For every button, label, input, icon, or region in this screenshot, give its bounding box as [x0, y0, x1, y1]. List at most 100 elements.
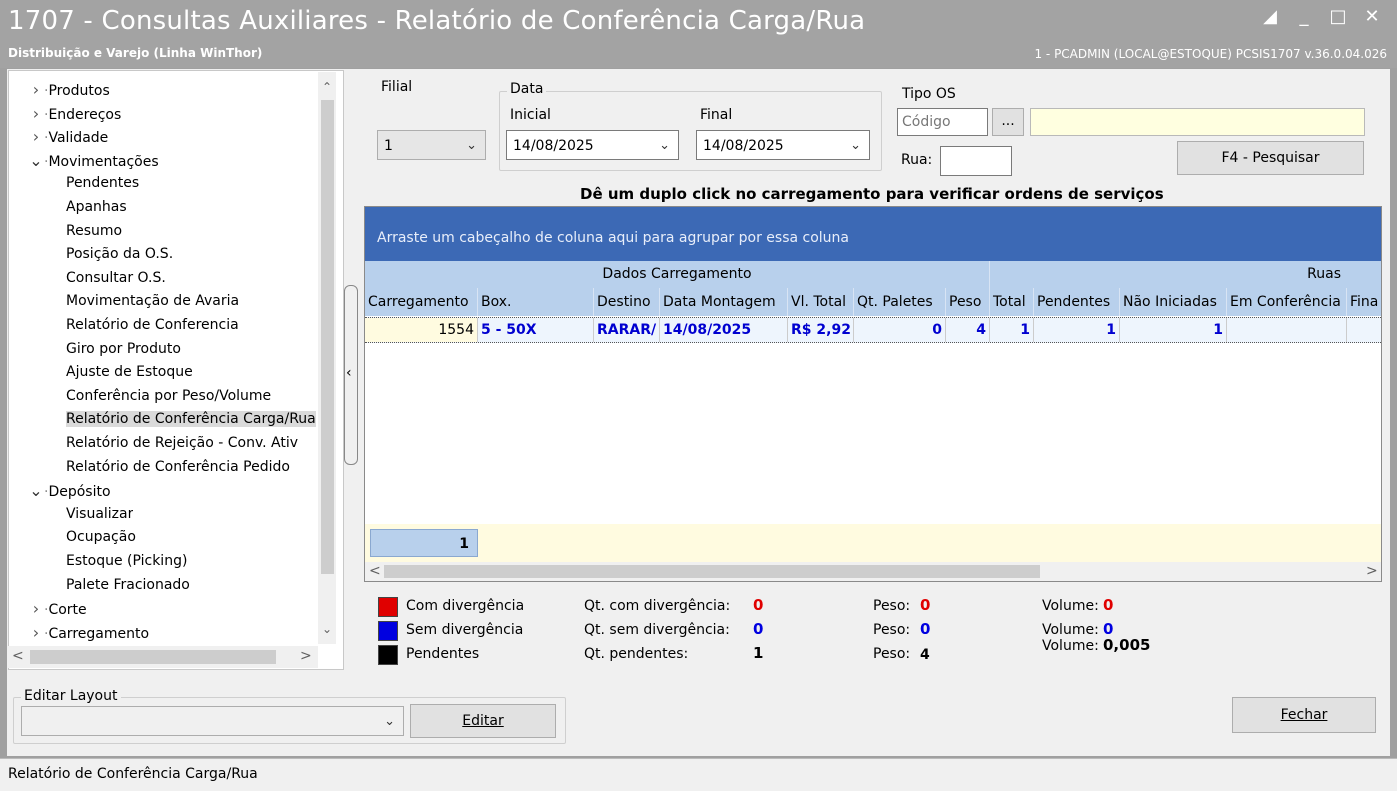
restore-icon[interactable]: ◢	[1256, 4, 1284, 30]
filial-select[interactable]: 1 ⌄	[377, 130, 486, 160]
volume-pend-label: Volume:	[1042, 638, 1099, 654]
collapsed-chevron-icon[interactable]: ›	[28, 597, 44, 620]
cell-carregamento[interactable]: 1554	[365, 318, 478, 342]
grid-horizontal-thumb[interactable]	[384, 565, 1040, 578]
tree-item[interactable]: Visualizar	[66, 503, 133, 526]
qt-com-label: Qt. com divergência:	[584, 598, 731, 614]
cell-data-montagem[interactable]: 14/08/2025	[660, 318, 788, 342]
tree-item[interactable]: Relatório de Conferência Carga/Rua	[66, 408, 316, 431]
qt-sem-value: 0	[753, 620, 764, 638]
tree-item-label: Estoque (Picking)	[66, 553, 188, 569]
inicial-label: Inicial	[510, 107, 551, 123]
tree-item[interactable]: › ·Carregamento	[28, 621, 149, 644]
cell-finalizadas[interactable]	[1347, 318, 1387, 342]
col-pendentes[interactable]: Pendentes	[1034, 288, 1120, 316]
tree-item[interactable]: Apanhas	[66, 196, 127, 219]
maximize-icon[interactable]: □	[1324, 4, 1352, 30]
collapsed-chevron-icon[interactable]: ›	[28, 78, 44, 101]
lookup-button[interactable]: ...	[992, 108, 1024, 136]
cell-destino[interactable]: RARAR/	[594, 318, 660, 342]
col-destino[interactable]: Destino	[594, 288, 660, 316]
peso-pend-label: Peso:	[873, 646, 911, 662]
filial-label: Filial	[381, 79, 413, 95]
col-qt-paletes[interactable]: Qt. Paletes	[854, 288, 946, 316]
col-box[interactable]: Box.	[478, 288, 594, 316]
editar-button[interactable]: Editar	[410, 704, 556, 738]
minimize-icon[interactable]: _	[1290, 4, 1318, 30]
tree-item[interactable]: Conferência por Peso/Volume	[66, 385, 271, 408]
peso-sem-value: 0	[920, 620, 931, 638]
tree-item-label: Ocupação	[66, 529, 136, 545]
cell-peso[interactable]: 4	[946, 318, 990, 342]
qt-pend-value: 1	[753, 644, 764, 662]
tree-item[interactable]: Relatório de Conferência Pedido	[66, 456, 290, 479]
cell-em-conferencia[interactable]	[1227, 318, 1347, 342]
tree-item[interactable]: Pendentes	[66, 172, 139, 195]
grid-scroll-right-icon[interactable]: >	[1366, 563, 1378, 579]
expanded-chevron-icon[interactable]: ⌄	[28, 149, 44, 172]
date-final-input[interactable]: 14/08/2025 ⌄	[696, 130, 870, 160]
tree-item[interactable]: Movimentação de Avaria	[66, 290, 239, 313]
cell-pendentes[interactable]: 1	[1034, 318, 1120, 342]
tree-item[interactable]: Posição da O.S.	[66, 243, 173, 266]
collapse-arrow-icon[interactable]: ‹	[346, 365, 352, 381]
scroll-left-icon[interactable]: <	[12, 648, 24, 664]
cell-box[interactable]: 5 - 50X	[478, 318, 594, 342]
cell-total[interactable]: 1	[990, 318, 1034, 342]
date-inicial-input[interactable]: 14/08/2025 ⌄	[506, 130, 679, 160]
tree-item[interactable]: Giro por Produto	[66, 338, 181, 361]
tree-item-label: Depósito	[48, 484, 111, 500]
col-nao-iniciadas[interactable]: Não Iniciadas	[1120, 288, 1227, 316]
scroll-up-icon[interactable]: ⌃	[322, 80, 332, 94]
tree-item[interactable]: Relatório de Conferencia	[66, 314, 239, 337]
col-peso[interactable]: Peso	[946, 288, 990, 316]
pendentes-swatch	[378, 645, 398, 665]
cell-qt-paletes[interactable]: 0	[854, 318, 946, 342]
tree-item[interactable]: › ·Produtos	[28, 78, 110, 101]
collapsed-chevron-icon[interactable]: ›	[28, 102, 44, 125]
tree-item[interactable]: ⌄·Depósito	[28, 479, 111, 502]
sem-divergencia-label: Sem divergência	[406, 622, 524, 638]
col-finalizadas[interactable]: Fina	[1347, 288, 1387, 316]
tree-horizontal-thumb[interactable]	[30, 650, 276, 664]
cell-nao-iniciadas[interactable]: 1	[1120, 318, 1227, 342]
col-vl-total[interactable]: Vl. Total	[788, 288, 854, 316]
tree-item[interactable]: › ·Endereços	[28, 102, 122, 125]
layout-select[interactable]: ⌄	[21, 706, 404, 736]
expanded-chevron-icon[interactable]: ⌄	[28, 479, 44, 502]
scroll-down-icon[interactable]: ⌄	[322, 622, 332, 636]
tree-item[interactable]: Relatório de Rejeição - Conv. Ativ	[66, 432, 298, 455]
cell-vl-total[interactable]: R$ 2,92	[788, 318, 854, 342]
tree-item-label: Movimentação de Avaria	[66, 293, 240, 309]
tree-item[interactable]: Palete Fracionado	[66, 574, 190, 597]
tipo-os-label: Tipo OS	[902, 86, 956, 102]
collapsed-chevron-icon[interactable]: ›	[28, 621, 44, 644]
qt-pend-label: Qt. pendentes:	[584, 646, 689, 662]
tree-item-label: Consultar O.S.	[66, 270, 166, 286]
rua-input[interactable]	[940, 146, 1012, 176]
tree-item[interactable]: Resumo	[66, 220, 122, 243]
col-carregamento[interactable]: Carregamento	[365, 288, 478, 316]
tree-item[interactable]: › ·Corte	[28, 597, 87, 620]
tree-item[interactable]: Ocupação	[66, 526, 136, 549]
tree-item[interactable]: Ajuste de Estoque	[66, 361, 193, 384]
fechar-button[interactable]: Fechar	[1232, 697, 1376, 733]
pesquisar-button[interactable]: F4 - Pesquisar	[1177, 141, 1364, 175]
close-icon[interactable]: ✕	[1358, 4, 1386, 30]
tree-item[interactable]: ⌄·Movimentações	[28, 149, 158, 172]
grid-scroll-left-icon[interactable]: <	[369, 563, 381, 579]
scroll-right-icon[interactable]: >	[300, 648, 312, 664]
tree-item-label: Posição da O.S.	[66, 246, 174, 262]
tree-item[interactable]: Consultar O.S.	[66, 267, 166, 290]
group-by-area[interactable]: Arraste um cabeçalho de coluna aqui para…	[365, 207, 1381, 261]
tree-item[interactable]: Estoque (Picking)	[66, 550, 187, 573]
codigo-input[interactable]: Código	[897, 108, 988, 136]
col-total[interactable]: Total	[990, 288, 1034, 316]
col-data-montagem[interactable]: Data Montagem	[660, 288, 788, 316]
tree-item[interactable]: › ·Validade	[28, 125, 108, 148]
collapsed-chevron-icon[interactable]: ›	[28, 125, 44, 148]
col-em-conferencia[interactable]: Em Conferência	[1227, 288, 1347, 316]
table-row[interactable]: 1554 5 - 50X RARAR/ 14/08/2025 R$ 2,92 0…	[365, 317, 1381, 343]
tree-vertical-thumb[interactable]	[321, 100, 334, 574]
tree-item-label: Endereços	[48, 107, 122, 123]
